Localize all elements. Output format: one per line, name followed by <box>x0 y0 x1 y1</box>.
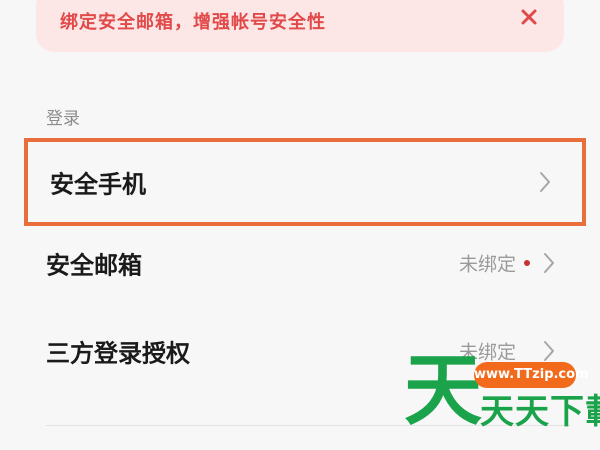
watermark-text: 天天下載 <box>480 392 600 432</box>
row-label: 三方登录授权 <box>46 339 190 368</box>
row-label: 安全邮箱 <box>46 251 142 280</box>
chevron-right-icon <box>544 253 554 273</box>
row-label: 安全手机 <box>50 170 146 199</box>
security-email-row[interactable]: 安全邮箱 未绑定 <box>24 219 586 307</box>
unread-dot <box>524 260 530 266</box>
section-label-login: 登录 <box>46 109 80 129</box>
chevron-right-icon <box>540 172 550 192</box>
watermark-big-char: 天 <box>404 346 483 436</box>
security-phone-row[interactable]: 安全手机 <box>24 138 586 226</box>
status-text: 未绑定 <box>458 253 516 276</box>
banner-text: 绑定安全邮箱，增强帐号安全性 <box>60 12 326 33</box>
watermark: 天 www.TTzip.com 天天下載 <box>400 352 600 450</box>
close-icon[interactable] <box>520 8 538 26</box>
bind-email-banner[interactable]: 绑定安全邮箱，增强帐号安全性 <box>36 0 564 52</box>
watermark-url: www.TTzip.com <box>474 362 589 388</box>
